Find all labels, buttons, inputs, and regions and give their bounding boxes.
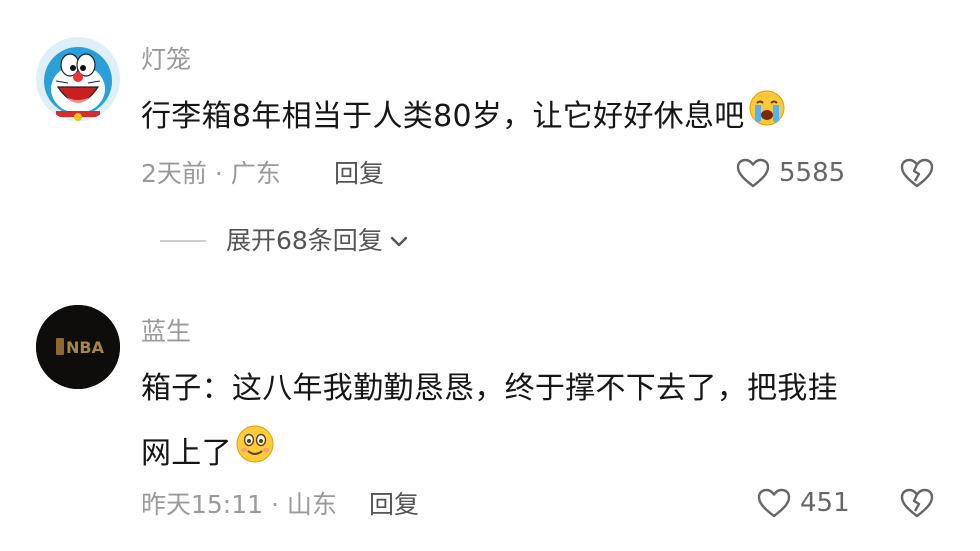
expand-replies-label: 展开68条回复 xyxy=(226,226,383,255)
comment-meta: 2天前 · 广东 xyxy=(141,159,281,188)
smiling-face-icon xyxy=(234,422,276,487)
comment-text-line2-wrap: 网上了 xyxy=(141,421,941,487)
comment-text-line1: 箱子：这八年我勤勤恳恳，终于撑不下去了，把我挂 xyxy=(141,371,838,406)
avatar-doraemon[interactable] xyxy=(36,37,120,121)
nba-logo-avatar: NBA xyxy=(36,305,120,389)
doraemon-avatar-icon xyxy=(36,37,120,121)
comment-text: 箱子：这八年我勤勤恳恳，终于撑不下去了，把我挂 网上了 xyxy=(141,356,941,487)
chevron-down-icon xyxy=(389,228,409,253)
crying-face-icon xyxy=(747,85,787,150)
like-button[interactable]: 451 xyxy=(756,487,850,519)
comment-username[interactable]: 灯笼 xyxy=(141,47,191,72)
expand-replies-button[interactable]: 展开68条回复 xyxy=(160,228,409,253)
like-button[interactable]: 5585 xyxy=(735,157,845,189)
comment-username[interactable]: 蓝生 xyxy=(141,319,191,344)
heart-icon xyxy=(736,158,770,188)
broken-heart-icon xyxy=(900,488,934,518)
comment-text-content: 行李箱8年相当于人类80岁，让它好好休息吧 xyxy=(141,99,745,134)
comment-meta: 昨天15:11 · 山东 xyxy=(141,490,337,519)
divider-line xyxy=(160,239,206,242)
heart-icon xyxy=(757,488,791,518)
comment-text: 行李箱8年相当于人类80岁，让它好好休息吧 xyxy=(141,84,941,150)
like-count: 5585 xyxy=(779,158,846,188)
like-count: 451 xyxy=(800,488,850,518)
comment-text-line2: 网上了 xyxy=(141,436,232,471)
avatar-nba-text: NBA xyxy=(66,338,105,357)
broken-heart-icon xyxy=(900,158,934,188)
avatar-nba[interactable]: NBA xyxy=(36,305,120,389)
reply-button[interactable]: 回复 xyxy=(369,492,419,517)
reply-button[interactable]: 回复 xyxy=(334,161,384,186)
dislike-button[interactable] xyxy=(899,157,935,193)
dislike-button[interactable] xyxy=(899,487,935,523)
